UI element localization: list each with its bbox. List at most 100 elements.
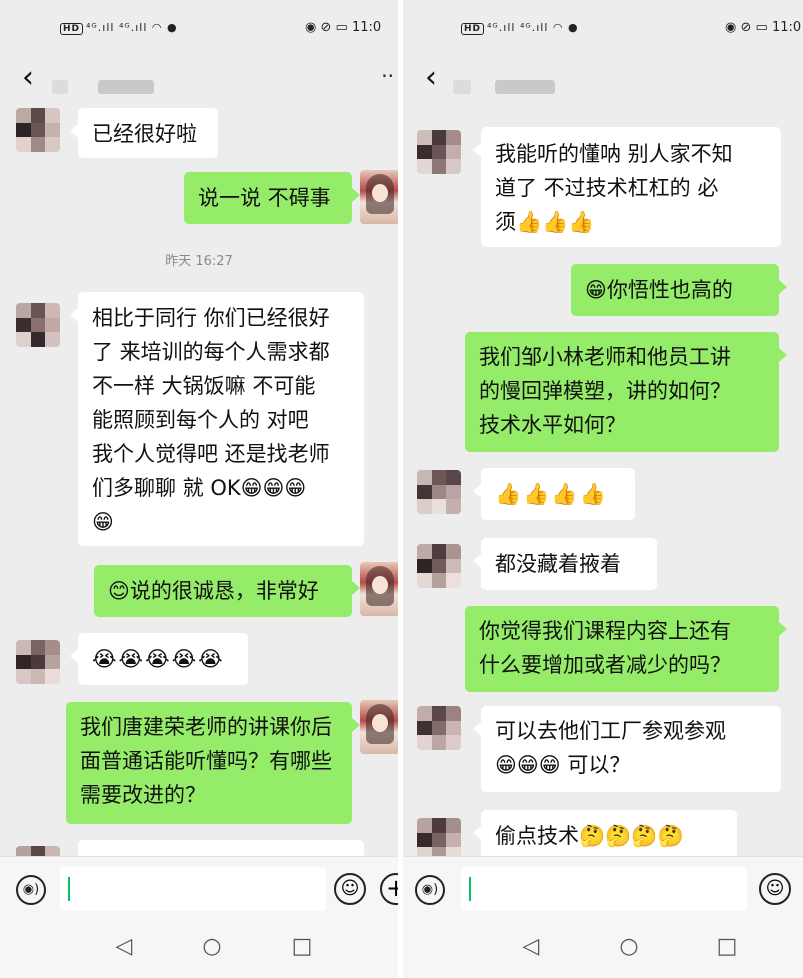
message-line: 了 来培训的每个人需求都 bbox=[92, 340, 330, 364]
mute-icon: ⊘ bbox=[320, 20, 332, 35]
message-line: 什么要增加或者减少的吗？ bbox=[479, 653, 731, 677]
voice-icon[interactable]: ◉) bbox=[16, 875, 46, 905]
user-avatar[interactable] bbox=[360, 170, 398, 224]
message-line: 的慢回弹模塑，讲的如何？ bbox=[479, 379, 731, 403]
signal-indicators: HD ⁴ᴳ.ıll ⁴ᴳ.ıll ◠ ● bbox=[60, 21, 178, 35]
message-icon: ● bbox=[167, 21, 178, 34]
contact-avatar[interactable] bbox=[16, 303, 60, 347]
voice-icon[interactable]: ◉) bbox=[415, 875, 445, 905]
smile-emoji: 😊 bbox=[108, 579, 130, 603]
contact-name-blurred bbox=[98, 80, 154, 94]
eye-icon: ◉ bbox=[305, 20, 317, 35]
nav-back-icon[interactable]: ◁ bbox=[112, 936, 136, 960]
message-line: 😁😁😁 可以？ bbox=[495, 753, 631, 777]
hd-badge: HD bbox=[461, 23, 485, 35]
text-caret bbox=[68, 877, 70, 901]
wifi-icon: ◠ bbox=[151, 21, 163, 34]
status-right-group: ◉ ⊘ ▭ 11:0 bbox=[725, 20, 801, 35]
chat-header: ‹ ·· bbox=[0, 58, 398, 102]
message-text: 偷点技术🤔🤔🤔🤔 bbox=[495, 824, 684, 848]
message-bubble[interactable]: 😭😭😭😭😭 bbox=[70, 633, 248, 685]
plus-icon[interactable]: + bbox=[380, 873, 398, 905]
nav-recents-icon[interactable]: □ bbox=[290, 936, 314, 960]
grin-emoji: 😁 bbox=[585, 278, 607, 302]
message-line: 面普通话能听懂吗？有哪些 bbox=[80, 749, 332, 773]
chat-header: ‹ bbox=[403, 58, 803, 102]
signal-icon: ⁴ᴳ.ıll ⁴ᴳ.ıll bbox=[86, 21, 148, 34]
nav-home-icon[interactable]: ○ bbox=[200, 936, 224, 960]
message-bubble[interactable]: 我们唐建荣老师的讲课你后 面普通话能听懂吗？有哪些 需要改进的？ bbox=[66, 702, 360, 824]
chat-screen-right: HD ⁴ᴳ.ıll ⁴ᴳ.ıll ◠ ● ◉ ⊘ ▭ 11:0 ‹ 我能听的懂呐 … bbox=[403, 0, 803, 978]
chat-screen-left: HD ⁴ᴳ.ıll ⁴ᴳ.ıll ◠ ● ◉ ⊘ ▭ 11:0 ‹ ·· 已经很好… bbox=[0, 0, 398, 978]
message-bubble[interactable]: 👍👍👍👍 bbox=[473, 468, 635, 520]
hd-badge: HD bbox=[60, 23, 84, 35]
message-bubble[interactable]: 都没藏着掖着 bbox=[473, 538, 657, 590]
message-bubble[interactable]: 已经很好啦 bbox=[70, 108, 218, 158]
message-bubble[interactable]: 可以去他们工厂参观参观 😁😁😁 可以？ bbox=[473, 706, 781, 792]
wifi-icon: ◠ bbox=[552, 21, 564, 34]
emoji-icon[interactable]: ☺ bbox=[759, 873, 791, 905]
clock: 11:0 bbox=[771, 20, 802, 35]
message-input[interactable] bbox=[461, 867, 747, 911]
clock: 11:0 bbox=[351, 20, 382, 35]
mute-icon: ⊘ bbox=[740, 20, 752, 35]
battery-icon: ▭ bbox=[755, 20, 768, 35]
message-line: 不一样 大锅饭嘛 不可能 bbox=[92, 374, 316, 398]
message-line: 你觉得我们课程内容上还有 bbox=[479, 619, 731, 643]
message-bubble[interactable]: 说一说 不碍事 bbox=[184, 172, 360, 224]
contact-name-blurred bbox=[453, 80, 471, 94]
status-bar: HD ⁴ᴳ.ıll ⁴ᴳ.ıll ◠ ● ◉ ⊘ ▭ 11:0 bbox=[403, 0, 803, 58]
contact-avatar[interactable] bbox=[16, 640, 60, 684]
contact-name-blurred bbox=[52, 80, 68, 94]
message-bubble[interactable]: 😊说的很诚恳，非常好 bbox=[94, 565, 360, 617]
system-nav-bar: ◁ ○ □ bbox=[403, 918, 803, 978]
message-text: 👍👍👍👍 bbox=[495, 482, 608, 506]
more-icon[interactable]: ·· bbox=[381, 64, 394, 88]
message-line: 须👍👍👍 bbox=[495, 210, 595, 234]
nav-back-icon[interactable]: ◁ bbox=[519, 936, 543, 960]
emoji-icon[interactable]: ☺ bbox=[334, 873, 366, 905]
message-line: 需要改进的？ bbox=[80, 783, 206, 807]
message-bubble[interactable]: 我能听的懂呐 别人家不知 道了 不过技术杠杠的 必 须👍👍👍 bbox=[473, 127, 781, 247]
message-text: 说一说 不碍事 bbox=[198, 186, 331, 210]
message-bubble[interactable]: 相比于同行 你们已经很好 了 来培训的每个人需求都 不一样 大锅饭嘛 不可能 能… bbox=[70, 292, 364, 546]
status-right-group: ◉ ⊘ ▭ 11:0 bbox=[305, 20, 381, 35]
nav-home-icon[interactable]: ○ bbox=[617, 936, 641, 960]
back-chevron-icon[interactable]: ‹ bbox=[417, 63, 445, 94]
contact-avatar[interactable] bbox=[417, 544, 461, 588]
message-line: 能照顾到每个人的 对吧 bbox=[92, 408, 309, 432]
back-chevron-icon[interactable]: ‹ bbox=[14, 63, 42, 94]
message-line: 相比于同行 你们已经很好 bbox=[92, 306, 330, 330]
input-bar: ◉) ☺ bbox=[403, 856, 803, 918]
message-line: 我们邹小林老师和他员工讲 bbox=[479, 345, 731, 369]
timestamp: 昨天 16:27 bbox=[165, 254, 233, 269]
contact-avatar[interactable] bbox=[417, 130, 461, 174]
message-line: 可以去他们工厂参观参观 bbox=[495, 719, 726, 743]
message-line: 😁 bbox=[92, 510, 114, 534]
status-bar: HD ⁴ᴳ.ıll ⁴ᴳ.ıll ◠ ● ◉ ⊘ ▭ 11:0 bbox=[0, 0, 398, 58]
message-input[interactable] bbox=[60, 867, 326, 911]
battery-icon: ▭ bbox=[335, 20, 348, 35]
message-text: 😭😭😭😭😭 bbox=[92, 647, 225, 671]
message-line: 道了 不过技术杠杠的 必 bbox=[495, 176, 719, 200]
message-line: 我们唐建荣老师的讲课你后 bbox=[80, 715, 332, 739]
nav-recents-icon[interactable]: □ bbox=[715, 936, 739, 960]
message-bubble[interactable]: 😁你悟性也高的 bbox=[571, 264, 787, 316]
eye-icon: ◉ bbox=[725, 20, 737, 35]
user-avatar[interactable] bbox=[360, 700, 398, 754]
signal-indicators: HD ⁴ᴳ.ıll ⁴ᴳ.ıll ◠ ● bbox=[461, 21, 579, 35]
user-avatar[interactable] bbox=[360, 562, 398, 616]
message-bubble[interactable]: 偷点技术🤔🤔🤔🤔 bbox=[473, 810, 737, 862]
message-text: 你悟性也高的 bbox=[606, 278, 733, 302]
message-text: 已经很好啦 bbox=[92, 122, 197, 146]
input-bar: ◉) ☺ + bbox=[0, 856, 398, 918]
system-nav-bar: ◁ ○ □ bbox=[0, 918, 398, 978]
contact-avatar[interactable] bbox=[417, 706, 461, 750]
contact-avatar[interactable] bbox=[16, 108, 60, 152]
message-line: 我能听的懂呐 别人家不知 bbox=[495, 142, 733, 166]
contact-avatar[interactable] bbox=[417, 470, 461, 514]
message-bubble[interactable]: 我们邹小林老师和他员工讲 的慢回弹模塑，讲的如何？ 技术水平如何？ bbox=[465, 332, 787, 452]
message-bubble[interactable]: 你觉得我们课程内容上还有 什么要增加或者减少的吗？ bbox=[465, 606, 787, 692]
message-icon: ● bbox=[568, 21, 579, 34]
message-line: 们多聊聊 就 OK😁😁😁 bbox=[92, 476, 307, 500]
